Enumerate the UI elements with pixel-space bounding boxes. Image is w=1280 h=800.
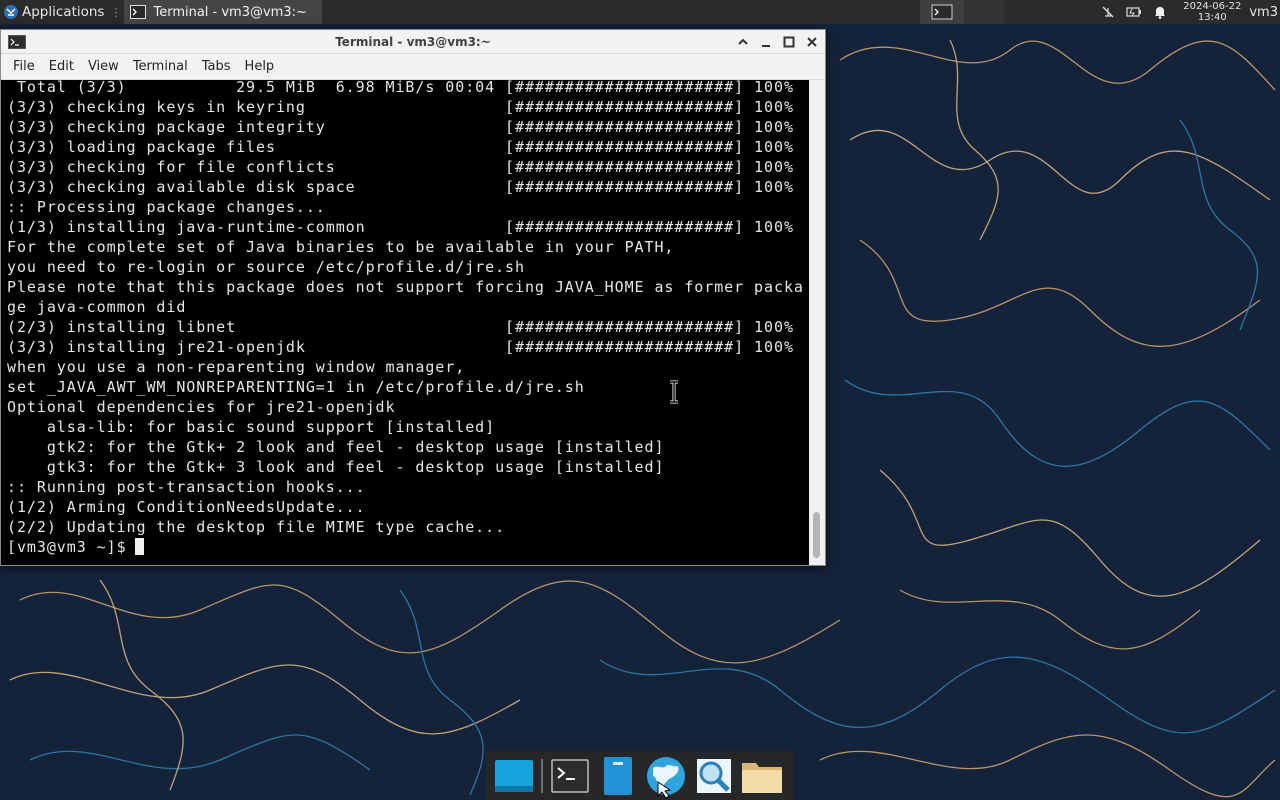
- menu-terminal[interactable]: Terminal: [126, 59, 195, 74]
- notification-bell-icon[interactable]: [1152, 4, 1168, 20]
- terminal-window[interactable]: Terminal - vm3@vm3:~ File Edit View Term…: [0, 29, 826, 566]
- menu-edit[interactable]: Edit: [42, 59, 81, 74]
- dock: [486, 751, 793, 800]
- file-manager-icon: [604, 756, 632, 795]
- taskbar-terminal[interactable]: Terminal - vm3@vm3:~: [124, 0, 323, 24]
- terminal-line: For the complete set of Java binaries to…: [7, 238, 675, 256]
- terminal-line: gtk2: for the Gtk+ 2 look and feel - des…: [7, 438, 665, 456]
- maximize-button[interactable]: [781, 34, 797, 50]
- terminal-scrollbar[interactable]: [809, 80, 825, 565]
- terminal-line: (3/3) loading package files [###########…: [7, 138, 794, 156]
- minimize-button[interactable]: [758, 34, 774, 50]
- dock-home-folder[interactable]: [738, 752, 786, 800]
- clock-time: 13:40: [1197, 12, 1227, 23]
- shell-prompt: [vm3@vm3 ~]$: [7, 538, 127, 556]
- show-desktop-icon: [495, 759, 533, 792]
- prompt-line[interactable]: [vm3@vm3 ~]$: [7, 537, 809, 557]
- terminal-line: (3/3) checking for file conflicts [#####…: [7, 158, 794, 176]
- folder-icon: [742, 762, 782, 793]
- system-tray: 2024-06-22 13:40 vm3: [1095, 0, 1280, 24]
- menu-view[interactable]: View: [81, 59, 126, 74]
- panel-separator: ⋮: [110, 5, 122, 19]
- terminal-line: alsa-lib: for basic sound support [insta…: [7, 418, 496, 436]
- dock-app-finder[interactable]: [690, 752, 738, 800]
- terminal-line: (2/2) Updating the desktop file MIME typ…: [7, 518, 506, 536]
- workspace-1[interactable]: [920, 0, 964, 24]
- menu-help[interactable]: Help: [238, 59, 282, 74]
- terminal-line: Total (3/3) 29.5 MiB 6.98 MiB/s 00:04 [#…: [7, 80, 794, 96]
- terminal-line: Please note that this package does not s…: [7, 278, 804, 296]
- menu-tabs[interactable]: Tabs: [195, 59, 238, 74]
- battery-icon[interactable]: [1126, 4, 1142, 20]
- clock[interactable]: 2024-06-22 13:40: [1183, 1, 1241, 23]
- menu-bar: File Edit View Terminal Tabs Help: [1, 54, 825, 80]
- terminal-line: set _JAVA_AWT_WM_NONREPARENTING=1 in /et…: [7, 378, 585, 396]
- terminal-line: (3/3) checking package integrity [######…: [7, 118, 794, 136]
- user-menu[interactable]: vm3: [1249, 5, 1278, 20]
- xfce-logo-icon: [4, 5, 18, 19]
- terminal-line: gtk3: for the Gtk+ 3 look and feel - des…: [7, 458, 665, 476]
- workspace-2[interactable]: [964, 0, 1004, 24]
- workspace-switcher[interactable]: [920, 0, 1004, 24]
- text-cursor-block: [134, 538, 144, 555]
- terminal-output[interactable]: Total (3/3) 29.5 MiB 6.98 MiB/s 00:04 [#…: [1, 80, 809, 565]
- terminal-line: :: Processing package changes...: [7, 198, 326, 216]
- taskbar-title: Terminal - vm3@vm3:~: [153, 4, 307, 20]
- terminal-line: (1/2) Arming ConditionNeedsUpdate...: [7, 498, 366, 516]
- terminal-line: (3/3) checking available disk space [###…: [7, 178, 794, 196]
- ibeam-pointer-icon: [670, 380, 678, 404]
- terminal-line: (1/3) installing java-runtime-common [##…: [7, 218, 794, 236]
- clock-date: 2024-06-22: [1183, 1, 1242, 12]
- scrollbar-thumb[interactable]: [813, 512, 820, 558]
- dock-terminal[interactable]: [546, 752, 594, 800]
- terminal-line: Optional dependencies for jre21-openjdk: [7, 398, 396, 416]
- workspace-terminal-icon: [931, 4, 953, 20]
- window-title: Terminal - vm3@vm3:~: [335, 35, 491, 49]
- shade-button[interactable]: [735, 34, 751, 50]
- top-panel: Applications ⋮ Terminal - vm3@vm3:~ 2024…: [0, 0, 1280, 24]
- terminal-line: (3/3) installing jre21-openjdk [########…: [7, 338, 794, 356]
- terminal-line: you need to re-login or source /etc/prof…: [7, 258, 525, 276]
- dock-file-manager[interactable]: [594, 752, 642, 800]
- terminal-icon: [551, 758, 589, 793]
- applications-menu[interactable]: Applications: [0, 0, 108, 24]
- applications-label: Applications: [22, 4, 105, 20]
- terminal-icon: [130, 5, 147, 19]
- search-magnifier-icon: [697, 758, 731, 793]
- network-disconnected-icon[interactable]: [1100, 4, 1116, 20]
- dock-show-desktop[interactable]: [490, 752, 538, 800]
- dock-web-browser[interactable]: [642, 752, 690, 800]
- terminal-line: :: Running post-transaction hooks...: [7, 478, 366, 496]
- dock-separator: [541, 758, 543, 793]
- terminal-line: ge java-common did: [7, 298, 187, 316]
- terminal-line: when you use a non-reparenting window ma…: [7, 358, 466, 376]
- close-button[interactable]: [804, 34, 820, 50]
- window-titlebar[interactable]: Terminal - vm3@vm3:~: [1, 30, 825, 54]
- menu-file[interactable]: File: [1, 59, 42, 74]
- web-browser-globe-icon: [647, 756, 685, 798]
- terminal-line: (3/3) checking keys in keyring [########…: [7, 98, 794, 116]
- terminal-line: (2/3) installing libnet [###############…: [7, 318, 794, 336]
